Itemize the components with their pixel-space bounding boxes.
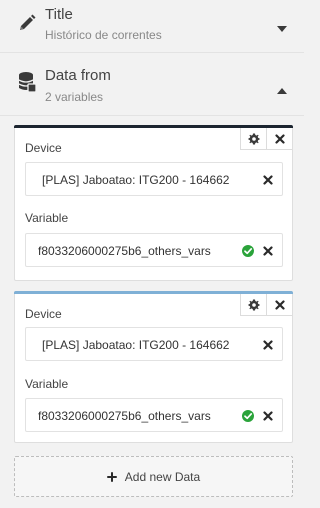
title-section-value: Histórico de correntes [45,28,162,42]
data-from-label: Data from [45,67,111,84]
pencil-icon [17,13,37,33]
card-tools [240,294,292,316]
variable-select[interactable]: f8033206000275b6_others_vars [25,398,283,432]
chevron-up-icon[interactable] [276,82,288,94]
add-new-data-button[interactable]: Add new Data [14,456,293,497]
clear-icon[interactable] [263,175,273,185]
database-icon [17,71,37,93]
clear-icon[interactable] [263,246,273,256]
gear-icon [248,133,259,144]
plus-icon [106,471,117,482]
remove-card-button[interactable] [266,294,292,316]
remove-card-button[interactable] [266,128,292,150]
card-tools [240,128,292,150]
data-from-summary: 2 variables [45,90,104,104]
device-label: Device [25,307,62,321]
check-circle-icon [242,410,254,422]
variable-select[interactable]: f8033206000275b6_others_vars [25,233,283,267]
chevron-down-icon[interactable] [276,20,288,32]
clear-icon[interactable] [263,340,273,350]
title-section-label: Title [45,6,73,23]
clear-icon[interactable] [263,411,273,421]
data-card: Device [PLAS] Jaboatao: ITG200 - 164662 … [14,291,293,443]
variable-label: Variable [25,377,69,391]
device-label: Device [25,141,62,155]
device-select[interactable]: [PLAS] Jaboatao: ITG200 - 164662 [25,327,283,361]
device-value: [PLAS] Jaboatao: ITG200 - 164662 [42,338,230,352]
close-icon [274,299,285,310]
variable-value: f8033206000275b6_others_vars [38,409,211,423]
title-section-header[interactable]: Title Histórico de correntes [0,0,304,53]
gear-icon [248,299,259,310]
settings-button[interactable] [240,294,266,316]
data-from-section-header[interactable]: Data from 2 variables [0,54,304,116]
settings-button[interactable] [240,128,266,150]
device-value: [PLAS] Jaboatao: ITG200 - 164662 [42,173,230,187]
variable-label: Variable [25,211,69,225]
variable-value: f8033206000275b6_others_vars [38,244,211,258]
device-select[interactable]: [PLAS] Jaboatao: ITG200 - 164662 [25,162,283,196]
close-icon [274,133,285,144]
add-new-data-label: Add new Data [124,469,201,484]
data-card: Device [PLAS] Jaboatao: ITG200 - 164662 … [14,125,293,281]
check-circle-icon [242,245,254,257]
